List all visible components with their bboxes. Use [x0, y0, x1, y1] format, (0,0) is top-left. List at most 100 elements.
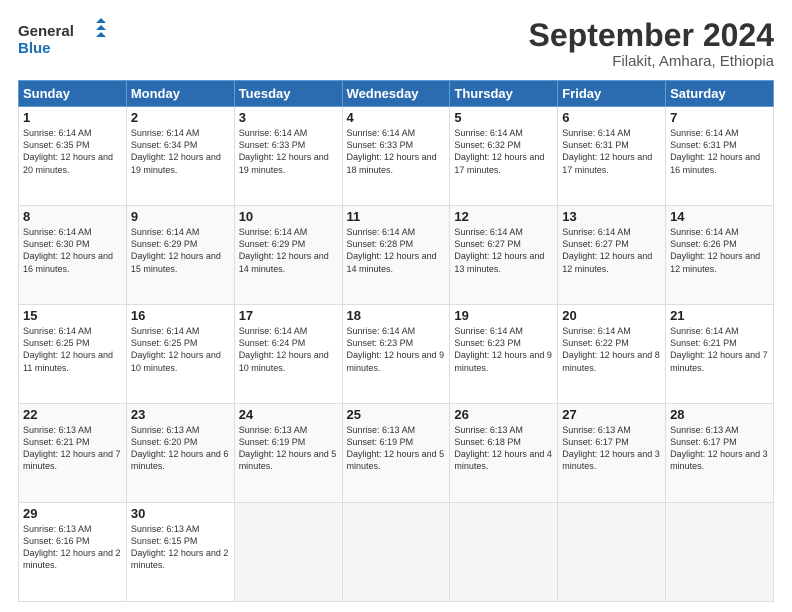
day-number: 14 [670, 209, 769, 224]
calendar-week-row: 1 Sunrise: 6:14 AM Sunset: 6:35 PM Dayli… [19, 107, 774, 206]
table-row [450, 503, 558, 602]
cell-info: Sunrise: 6:14 AM Sunset: 6:24 PM Dayligh… [239, 325, 338, 374]
day-number: 11 [347, 209, 446, 224]
table-row: 21 Sunrise: 6:14 AM Sunset: 6:21 PM Dayl… [666, 305, 774, 404]
table-row: 5 Sunrise: 6:14 AM Sunset: 6:32 PM Dayli… [450, 107, 558, 206]
day-number: 8 [23, 209, 122, 224]
day-number: 15 [23, 308, 122, 323]
svg-text:General: General [18, 23, 74, 40]
month-title: September 2024 [529, 18, 774, 53]
cell-info: Sunrise: 6:14 AM Sunset: 6:22 PM Dayligh… [562, 325, 661, 374]
cell-info: Sunrise: 6:14 AM Sunset: 6:33 PM Dayligh… [347, 127, 446, 176]
calendar-week-row: 29 Sunrise: 6:13 AM Sunset: 6:16 PM Dayl… [19, 503, 774, 602]
table-row: 25 Sunrise: 6:13 AM Sunset: 6:19 PM Dayl… [342, 404, 450, 503]
table-row: 27 Sunrise: 6:13 AM Sunset: 6:17 PM Dayl… [558, 404, 666, 503]
day-number: 27 [562, 407, 661, 422]
day-number: 5 [454, 110, 553, 125]
col-wednesday: Wednesday [342, 81, 450, 107]
cell-info: Sunrise: 6:14 AM Sunset: 6:27 PM Dayligh… [454, 226, 553, 275]
table-row: 7 Sunrise: 6:14 AM Sunset: 6:31 PM Dayli… [666, 107, 774, 206]
location: Filakit, Amhara, Ethiopia [529, 53, 774, 70]
cell-info: Sunrise: 6:13 AM Sunset: 6:19 PM Dayligh… [239, 424, 338, 473]
cell-info: Sunrise: 6:14 AM Sunset: 6:29 PM Dayligh… [239, 226, 338, 275]
table-row: 14 Sunrise: 6:14 AM Sunset: 6:26 PM Dayl… [666, 206, 774, 305]
day-number: 1 [23, 110, 122, 125]
col-tuesday: Tuesday [234, 81, 342, 107]
cell-info: Sunrise: 6:14 AM Sunset: 6:23 PM Dayligh… [347, 325, 446, 374]
cell-info: Sunrise: 6:14 AM Sunset: 6:27 PM Dayligh… [562, 226, 661, 275]
cell-info: Sunrise: 6:14 AM Sunset: 6:33 PM Dayligh… [239, 127, 338, 176]
day-number: 23 [131, 407, 230, 422]
day-number: 9 [131, 209, 230, 224]
table-row [234, 503, 342, 602]
day-number: 30 [131, 506, 230, 521]
cell-info: Sunrise: 6:14 AM Sunset: 6:31 PM Dayligh… [670, 127, 769, 176]
table-row: 15 Sunrise: 6:14 AM Sunset: 6:25 PM Dayl… [19, 305, 127, 404]
cell-info: Sunrise: 6:14 AM Sunset: 6:32 PM Dayligh… [454, 127, 553, 176]
table-row: 12 Sunrise: 6:14 AM Sunset: 6:27 PM Dayl… [450, 206, 558, 305]
col-thursday: Thursday [450, 81, 558, 107]
logo: General Blue [18, 18, 108, 58]
table-row: 4 Sunrise: 6:14 AM Sunset: 6:33 PM Dayli… [342, 107, 450, 206]
cell-info: Sunrise: 6:14 AM Sunset: 6:34 PM Dayligh… [131, 127, 230, 176]
table-row: 18 Sunrise: 6:14 AM Sunset: 6:23 PM Dayl… [342, 305, 450, 404]
calendar-week-row: 22 Sunrise: 6:13 AM Sunset: 6:21 PM Dayl… [19, 404, 774, 503]
table-row: 30 Sunrise: 6:13 AM Sunset: 6:15 PM Dayl… [126, 503, 234, 602]
day-number: 29 [23, 506, 122, 521]
day-number: 4 [347, 110, 446, 125]
col-saturday: Saturday [666, 81, 774, 107]
table-row [342, 503, 450, 602]
table-row: 2 Sunrise: 6:14 AM Sunset: 6:34 PM Dayli… [126, 107, 234, 206]
svg-text:Blue: Blue [18, 40, 51, 57]
calendar-week-row: 8 Sunrise: 6:14 AM Sunset: 6:30 PM Dayli… [19, 206, 774, 305]
day-number: 16 [131, 308, 230, 323]
day-number: 26 [454, 407, 553, 422]
cell-info: Sunrise: 6:14 AM Sunset: 6:23 PM Dayligh… [454, 325, 553, 374]
col-monday: Monday [126, 81, 234, 107]
table-row: 26 Sunrise: 6:13 AM Sunset: 6:18 PM Dayl… [450, 404, 558, 503]
table-row: 6 Sunrise: 6:14 AM Sunset: 6:31 PM Dayli… [558, 107, 666, 206]
day-number: 18 [347, 308, 446, 323]
cell-info: Sunrise: 6:14 AM Sunset: 6:28 PM Dayligh… [347, 226, 446, 275]
day-number: 20 [562, 308, 661, 323]
cell-info: Sunrise: 6:14 AM Sunset: 6:21 PM Dayligh… [670, 325, 769, 374]
calendar-header-row: Sunday Monday Tuesday Wednesday Thursday… [19, 81, 774, 107]
cell-info: Sunrise: 6:14 AM Sunset: 6:31 PM Dayligh… [562, 127, 661, 176]
cell-info: Sunrise: 6:14 AM Sunset: 6:25 PM Dayligh… [23, 325, 122, 374]
table-row: 16 Sunrise: 6:14 AM Sunset: 6:25 PM Dayl… [126, 305, 234, 404]
table-row: 28 Sunrise: 6:13 AM Sunset: 6:17 PM Dayl… [666, 404, 774, 503]
title-block: September 2024 Filakit, Amhara, Ethiopia [529, 18, 774, 70]
table-row: 20 Sunrise: 6:14 AM Sunset: 6:22 PM Dayl… [558, 305, 666, 404]
day-number: 19 [454, 308, 553, 323]
day-number: 6 [562, 110, 661, 125]
day-number: 22 [23, 407, 122, 422]
day-number: 25 [347, 407, 446, 422]
cell-info: Sunrise: 6:14 AM Sunset: 6:29 PM Dayligh… [131, 226, 230, 275]
cell-info: Sunrise: 6:14 AM Sunset: 6:25 PM Dayligh… [131, 325, 230, 374]
table-row: 24 Sunrise: 6:13 AM Sunset: 6:19 PM Dayl… [234, 404, 342, 503]
cell-info: Sunrise: 6:14 AM Sunset: 6:26 PM Dayligh… [670, 226, 769, 275]
day-number: 12 [454, 209, 553, 224]
day-number: 13 [562, 209, 661, 224]
table-row: 1 Sunrise: 6:14 AM Sunset: 6:35 PM Dayli… [19, 107, 127, 206]
table-row: 13 Sunrise: 6:14 AM Sunset: 6:27 PM Dayl… [558, 206, 666, 305]
day-number: 24 [239, 407, 338, 422]
table-row: 11 Sunrise: 6:14 AM Sunset: 6:28 PM Dayl… [342, 206, 450, 305]
col-sunday: Sunday [19, 81, 127, 107]
day-number: 28 [670, 407, 769, 422]
cell-info: Sunrise: 6:14 AM Sunset: 6:30 PM Dayligh… [23, 226, 122, 275]
cell-info: Sunrise: 6:13 AM Sunset: 6:18 PM Dayligh… [454, 424, 553, 473]
table-row: 8 Sunrise: 6:14 AM Sunset: 6:30 PM Dayli… [19, 206, 127, 305]
cell-info: Sunrise: 6:13 AM Sunset: 6:19 PM Dayligh… [347, 424, 446, 473]
table-row: 10 Sunrise: 6:14 AM Sunset: 6:29 PM Dayl… [234, 206, 342, 305]
cell-info: Sunrise: 6:13 AM Sunset: 6:21 PM Dayligh… [23, 424, 122, 473]
cell-info: Sunrise: 6:13 AM Sunset: 6:17 PM Dayligh… [670, 424, 769, 473]
table-row [558, 503, 666, 602]
day-number: 21 [670, 308, 769, 323]
day-number: 10 [239, 209, 338, 224]
day-number: 3 [239, 110, 338, 125]
table-row: 17 Sunrise: 6:14 AM Sunset: 6:24 PM Dayl… [234, 305, 342, 404]
table-row: 19 Sunrise: 6:14 AM Sunset: 6:23 PM Dayl… [450, 305, 558, 404]
table-row: 9 Sunrise: 6:14 AM Sunset: 6:29 PM Dayli… [126, 206, 234, 305]
header: General Blue September 2024 Filakit, Amh… [18, 18, 774, 70]
